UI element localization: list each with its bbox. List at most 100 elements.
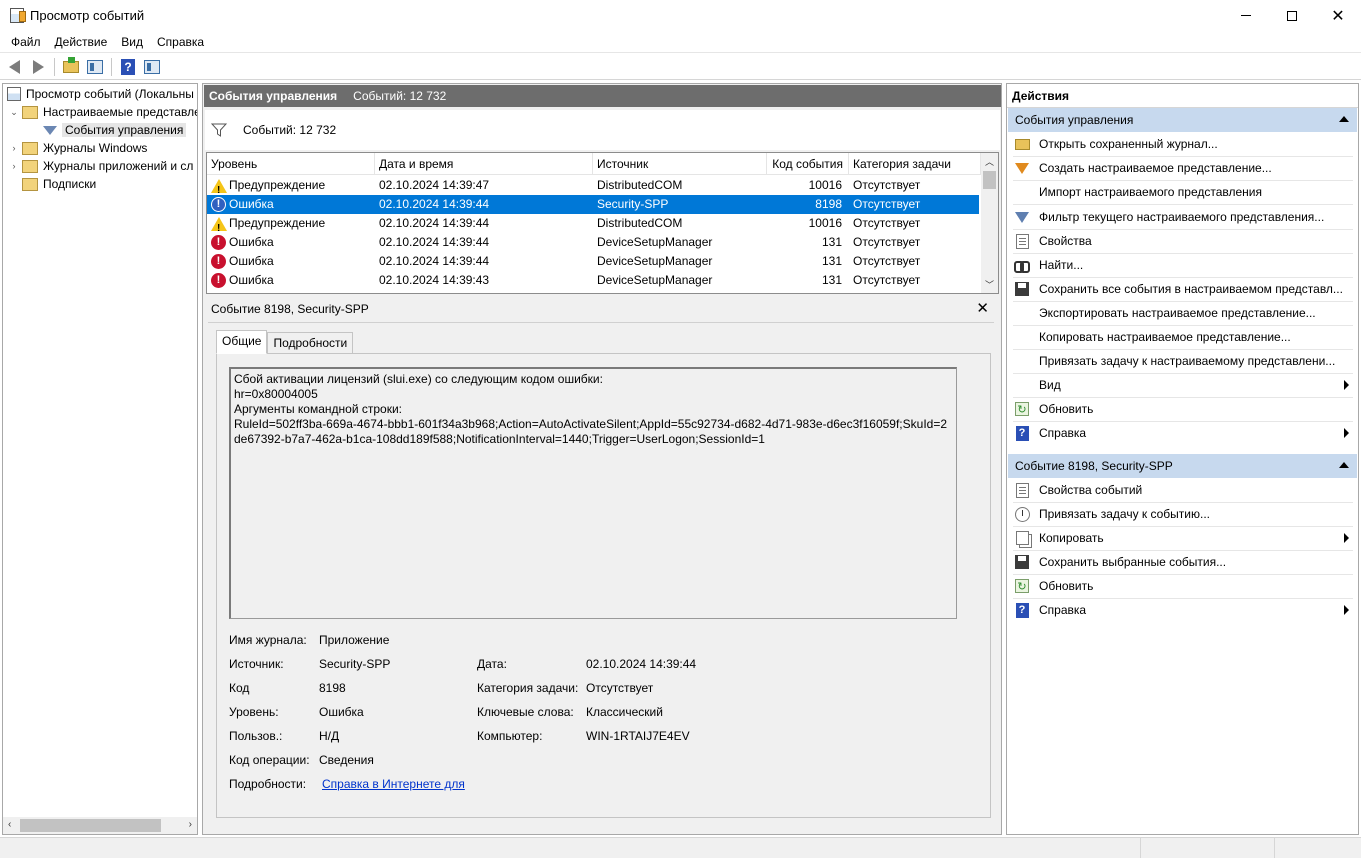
scroll-up-icon[interactable]: ︿ [985,155,994,168]
tree-item-subscriptions[interactable]: Подписки [22,175,96,193]
tab-general[interactable]: Общие [216,330,268,354]
open-folder-button[interactable] [61,56,81,77]
action-item[interactable]: ? Справка [1008,421,1357,445]
chevron-down-icon[interactable]: ⌄ [9,107,19,118]
scroll-thumb[interactable] [20,819,161,832]
table-row[interactable]: Предупреждение 02.10.2024 14:39:47 Distrib… [207,176,979,195]
table-row[interactable]: ! Ошибка 02.10.2024 14:39:43 DeviceSetupMan… [207,271,979,290]
chevron-right-icon[interactable]: › [9,161,19,171]
action-item[interactable]: Сохранить все события в настраиваемом пр… [1008,277,1357,301]
error-icon: ! [211,273,226,288]
show-hide-tree-button[interactable] [85,57,105,77]
event-count: Событий: 12 732 [353,89,447,103]
cell-level: Предупреждение [207,214,375,233]
collapse-icon[interactable] [1339,462,1349,468]
refresh-icon: ↻ [1014,401,1030,417]
tree-item-root[interactable]: Просмотр событий (Локальны [7,85,194,103]
show-hide-actions-button[interactable] [142,57,162,77]
action-item[interactable]: Свойства событий [1008,478,1357,502]
close-button[interactable]: ✕ [1315,0,1361,31]
scroll-down-icon[interactable]: ﹀ [985,278,994,291]
action-item[interactable]: ? Справка [1008,598,1357,622]
tree-item-windows-logs[interactable]: › Журналы Windows [9,139,148,157]
more-info-label: Подробности: [229,777,307,791]
forward-button[interactable] [28,57,48,77]
event-message[interactable]: Сбой активации лицензий (slui.exe) со сл… [229,367,957,619]
tree-item-label: Подписки [43,177,97,191]
tree-item-admin-events[interactable]: События управления [43,121,187,139]
table-row[interactable]: ! Ошибка 02.10.2024 14:39:44 DeviceSetupMan… [207,252,979,271]
save-icon [1014,554,1030,570]
cell-date: 02.10.2024 14:39:44 [379,235,490,249]
column-category[interactable]: Категория задачи [849,153,981,175]
submenu-arrow-icon [1344,605,1349,615]
action-item[interactable]: ↻ Обновить [1008,397,1357,421]
column-date[interactable]: Дата и время [375,153,593,175]
help-button[interactable]: ? [118,57,138,77]
minimize-button[interactable] [1223,0,1269,31]
cell-source: DistributedCOM [597,178,683,192]
action-item[interactable]: Создать настраиваемое представление... [1008,156,1357,180]
error-icon: ! [211,197,226,212]
menu-help[interactable]: Справка [150,32,211,52]
table-vertical-scrollbar[interactable]: ︿ ﹀ [981,153,998,293]
status-bar [0,837,1361,858]
tree-item-custom-views[interactable]: ⌄ Настраиваемые представле [9,103,198,121]
menu-action[interactable]: Действие [48,32,115,52]
back-arrow-icon [8,59,20,74]
action-pane-icon [144,59,160,74]
action-item[interactable]: Вид [1008,373,1357,397]
tree-item-label: Настраиваемые представле [43,105,198,119]
action-item[interactable]: Копировать [1008,526,1357,550]
tab-details[interactable]: Подробности [267,332,354,354]
action-label: Свойства событий [1039,483,1143,497]
action-item[interactable]: Свойства [1008,229,1357,253]
tree-item-app-logs[interactable]: › Журналы приложений и сл [9,157,194,175]
action-label: Экспортировать настраиваемое представлен… [1039,306,1316,320]
table-row[interactable]: ! Ошибка 02.10.2024 14:39:44 DeviceSetupMan… [207,233,979,252]
action-label: Фильтр текущего настраиваемого представл… [1039,210,1325,224]
cell-level: ! Ошибка [207,271,375,290]
online-help-link[interactable]: Справка в Интернете для [322,777,465,791]
action-item[interactable]: Найти... [1008,253,1357,277]
action-item[interactable]: Фильтр текущего настраиваемого представл… [1008,205,1357,229]
action-item[interactable]: Открыть сохраненный журнал... [1008,132,1357,156]
action-item[interactable]: Копировать настраиваемое представление..… [1008,325,1357,349]
action-item[interactable]: Сохранить выбранные события... [1008,550,1357,574]
table-row[interactable]: ! Ошибка 02.10.2024 14:39:44 Security-SPP 81… [207,195,979,214]
action-label: Сохранить все события в настраиваемом пр… [1039,282,1343,296]
action-label: Обновить [1039,402,1094,416]
action-item[interactable]: Привязать задачу к настраиваемому предст… [1008,349,1357,373]
back-button[interactable] [4,57,24,77]
column-event-id[interactable]: Код события [767,153,849,175]
scroll-thumb[interactable] [983,171,996,189]
action-item[interactable]: ↻ Обновить [1008,574,1357,598]
section-admin-events[interactable]: События управления [1008,108,1357,132]
section-event-8198[interactable]: Событие 8198, Security-SPP [1008,454,1357,478]
chevron-right-icon[interactable]: › [9,143,19,153]
blank-icon [1014,353,1030,369]
scroll-left-icon[interactable]: ‹ [8,819,11,830]
close-icon[interactable]: ✕ [976,299,989,317]
tree-horizontal-scrollbar[interactable]: ‹ › [3,817,197,834]
scroll-right-icon[interactable]: › [189,819,192,830]
level-label: Уровень: [229,705,279,719]
maximize-button[interactable] [1269,0,1315,31]
action-item[interactable]: Экспортировать настраиваемое представлен… [1008,301,1357,325]
level-text: Ошибка [229,273,274,287]
action-item[interactable]: Привязать задачу к событию... [1008,502,1357,526]
open-folder-icon [63,56,79,73]
menu-view[interactable]: Вид [114,32,150,52]
event-detail-pane: Событие 8198, Security-SPP ✕ Общие Подро… [206,298,999,832]
copy-icon [1014,530,1030,546]
cell-level: ! Ошибка [207,195,375,214]
menu-file[interactable]: Файл [4,32,48,52]
column-source[interactable]: Источник [593,153,767,175]
collapse-icon[interactable] [1339,116,1349,122]
action-item[interactable]: Импорт настраиваемого представления [1008,180,1357,204]
events-table: Уровень Дата и время Источник Код событи… [206,152,999,294]
toolbar: ? [0,54,1361,80]
table-row[interactable]: Предупреждение 02.10.2024 14:39:44 Distrib… [207,214,979,233]
column-level[interactable]: Уровень [207,153,375,175]
log-name-label: Имя журнала: [229,633,307,647]
